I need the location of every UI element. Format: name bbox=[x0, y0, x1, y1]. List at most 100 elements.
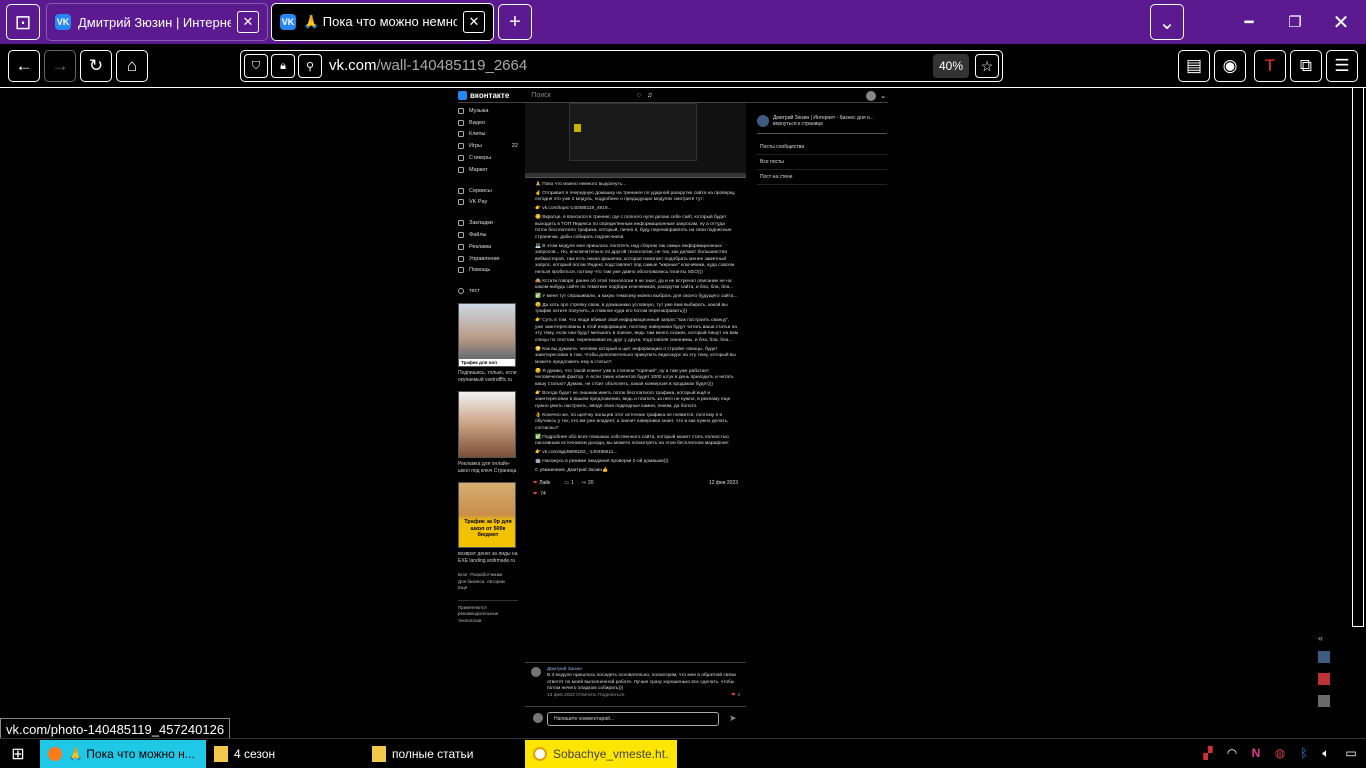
list-all-tabs-button[interactable]: ⌄ bbox=[1150, 4, 1184, 40]
taskbar-player[interactable]: Sobachye_vmeste.ht... bbox=[525, 740, 677, 768]
volume-icon[interactable]: 🔈︎ bbox=[1318, 745, 1334, 761]
menu-item-files[interactable]: Файлы bbox=[458, 229, 518, 241]
heart-icon[interactable]: ❤ bbox=[533, 480, 537, 487]
minimize-button[interactable]: ━ bbox=[1226, 0, 1272, 44]
chat-avatar-icon[interactable] bbox=[1318, 651, 1330, 663]
profile-avatar[interactable] bbox=[866, 90, 877, 101]
permissions-icon[interactable]: ⚲ bbox=[298, 54, 322, 78]
menu-button[interactable]: ☰ bbox=[1326, 50, 1358, 82]
scrollbar-thumb[interactable] bbox=[1352, 87, 1364, 627]
lock-icon[interactable]: 🔒︎ bbox=[271, 54, 295, 78]
ad-caption-2[interactable]: Рекламка для онлайн-школ под ключ Страни… bbox=[458, 461, 518, 474]
taskbar-firefox[interactable]: 🙏 Пока что можно н... bbox=[40, 740, 206, 768]
zoom-level-button[interactable]: 40% bbox=[933, 54, 969, 78]
link-wall-post[interactable]: Пост на стене bbox=[757, 170, 887, 185]
menu-item-games[interactable]: Игры 22 bbox=[458, 140, 518, 152]
forward-button[interactable]: → bbox=[44, 50, 76, 82]
menu-item-ads[interactable]: Реклама bbox=[458, 241, 518, 253]
menu-item-clips[interactable]: Клипы bbox=[458, 129, 518, 141]
menu-item-video[interactable]: Видео bbox=[458, 117, 518, 129]
link-community-posts[interactable]: Посты сообщества bbox=[757, 140, 887, 155]
link-all-posts[interactable]: Все посты bbox=[757, 155, 887, 170]
close-tab-icon[interactable]: ✕ bbox=[463, 11, 485, 33]
post-line: 🙈 Кстати говоря, ранее об этой технологи… bbox=[535, 278, 734, 291]
collapse-icon[interactable]: « bbox=[1318, 633, 1340, 643]
owner-block[interactable]: Дмитрий Зюзин | Интернет - бизнес для н.… bbox=[757, 115, 887, 134]
ad-image-1[interactable]: Трафик для онл bbox=[458, 303, 516, 368]
chat-avatar-icon[interactable] bbox=[1318, 673, 1330, 685]
url-text[interactable]: vk.com/wall-140485119_2664 bbox=[329, 57, 527, 74]
extension-t-button[interactable]: T bbox=[1254, 50, 1286, 82]
like-button[interactable]: Лайк bbox=[539, 480, 550, 487]
ad-image-3[interactable]: Трафик за 0р для школ от 500к бюджет bbox=[458, 482, 516, 549]
reload-button[interactable]: ↻ bbox=[80, 50, 112, 82]
vk-logo[interactable]: вконтакте bbox=[458, 91, 509, 100]
share-icon[interactable]: ↪ bbox=[582, 480, 586, 487]
menu-item-vkpay[interactable]: VK Pay bbox=[458, 197, 518, 209]
post-link[interactable]: 👉 vk.com/topic-140485119_4919... bbox=[535, 206, 738, 213]
menu-item-test[interactable]: тест bbox=[458, 285, 518, 297]
heart-icon[interactable]: ❤ bbox=[731, 693, 735, 699]
footer-link[interactable]: Для бизнеса bbox=[458, 579, 484, 584]
vkpay-icon bbox=[458, 199, 464, 206]
footer-link[interactable]: Разработчикам bbox=[470, 572, 502, 577]
chat-avatar-icon[interactable] bbox=[1318, 695, 1330, 707]
footer-link[interactable]: Блог bbox=[458, 572, 468, 577]
shield-icon[interactable]: ⛉ bbox=[244, 54, 268, 78]
extensions-button[interactable]: ⧉ bbox=[1290, 50, 1322, 82]
close-window-button[interactable]: ✕ bbox=[1318, 0, 1364, 44]
notifications-icon[interactable]: ◌ bbox=[637, 92, 641, 99]
close-tab-icon[interactable]: ✕ bbox=[237, 11, 259, 33]
back-button[interactable]: ← bbox=[8, 50, 40, 82]
menu-item-help[interactable]: Помощь bbox=[458, 265, 518, 277]
network-icon[interactable]: ◠ bbox=[1224, 745, 1240, 761]
post-attachment-image[interactable] bbox=[525, 103, 746, 178]
tab-overview-button[interactable]: ⊡ bbox=[6, 4, 40, 40]
home-button[interactable]: ⌂ bbox=[116, 50, 148, 82]
page-scrollbar[interactable] bbox=[1350, 87, 1366, 650]
send-icon[interactable]: ➤ bbox=[729, 713, 737, 724]
tray-onedrive-icon[interactable]: ◍ bbox=[1272, 745, 1288, 761]
new-tab-button[interactable]: + bbox=[498, 4, 532, 40]
comment-meta[interactable]: 13 фев 2023 Ответить Поделиться bbox=[547, 693, 625, 699]
tab-dmitry[interactable]: VK Дмитрий Зюзин | Интернет - ✕ bbox=[46, 3, 268, 41]
ad-caption-3[interactable]: возврат денег за лиды на EXE landing.ant… bbox=[458, 551, 518, 564]
attachment-preview bbox=[569, 103, 697, 161]
bluetooth-icon[interactable]: ᛒ bbox=[1296, 745, 1312, 761]
menu-item-music[interactable]: Музыка bbox=[458, 105, 518, 117]
taskbar-folder-season[interactable]: 4 сезон bbox=[206, 740, 364, 768]
bookmark-icon bbox=[458, 220, 464, 227]
vk-search-input[interactable]: Поиск bbox=[531, 92, 550, 99]
post-link[interactable]: 👉 vk.com/app5898182_-140485611... bbox=[535, 450, 738, 457]
address-bar[interactable]: ⛉ 🔒︎ ⚲ vk.com/wall-140485119_2664 40% ☆ bbox=[240, 50, 1003, 82]
post-line: 💻 В этом модуле мне пришлось попотеть на… bbox=[535, 243, 735, 275]
menu-item-stickers[interactable]: Стикеры bbox=[458, 152, 518, 164]
notifications-icon[interactable]: ▭ bbox=[1342, 745, 1360, 761]
footer-link[interactable]: Авторам bbox=[487, 579, 505, 584]
avatar[interactable] bbox=[531, 667, 541, 677]
ad-image-2[interactable] bbox=[458, 391, 516, 459]
start-button[interactable]: ⊞ bbox=[0, 740, 36, 768]
tab-active-post[interactable]: VK 🙏 Пока что можно немного ✕ bbox=[271, 3, 494, 41]
ad-caption-1[interactable]: Подпишись, только, если окупаемый vsetra… bbox=[458, 370, 518, 383]
restore-button[interactable]: ❐ bbox=[1272, 0, 1318, 44]
tray-n-icon[interactable]: N bbox=[1248, 745, 1264, 761]
taskbar-folder-articles[interactable]: полные статьи bbox=[364, 740, 522, 768]
likes-total[interactable]: 74 bbox=[540, 491, 546, 498]
firefox-icon bbox=[48, 747, 62, 761]
comment-input[interactable]: Напишите комментарий... bbox=[547, 712, 719, 726]
menu-item-manage[interactable]: Управление bbox=[458, 253, 518, 265]
comment-icon[interactable]: ▭ bbox=[564, 480, 569, 487]
footer-link[interactable]: Ещё bbox=[458, 585, 467, 590]
chevron-down-icon[interactable]: ⌄ bbox=[880, 92, 886, 100]
menu-item-services[interactable]: Сервисы bbox=[458, 185, 518, 197]
menu-item-bookmarks[interactable]: Закладки bbox=[458, 217, 518, 229]
reader-view-button[interactable]: ▤ bbox=[1178, 50, 1210, 82]
music-icon[interactable]: ♫ bbox=[647, 92, 652, 99]
menu-item-market[interactable]: Маркет bbox=[458, 164, 518, 176]
ads-icon bbox=[458, 243, 464, 250]
tray-app-icon[interactable]: ▞ bbox=[1200, 745, 1216, 761]
comment: Дмитрий Зюзин В 3 модуле пришлось поседе… bbox=[525, 662, 746, 703]
account-button[interactable]: ◉ bbox=[1214, 50, 1246, 82]
bookmark-star-icon[interactable]: ☆ bbox=[975, 54, 999, 78]
